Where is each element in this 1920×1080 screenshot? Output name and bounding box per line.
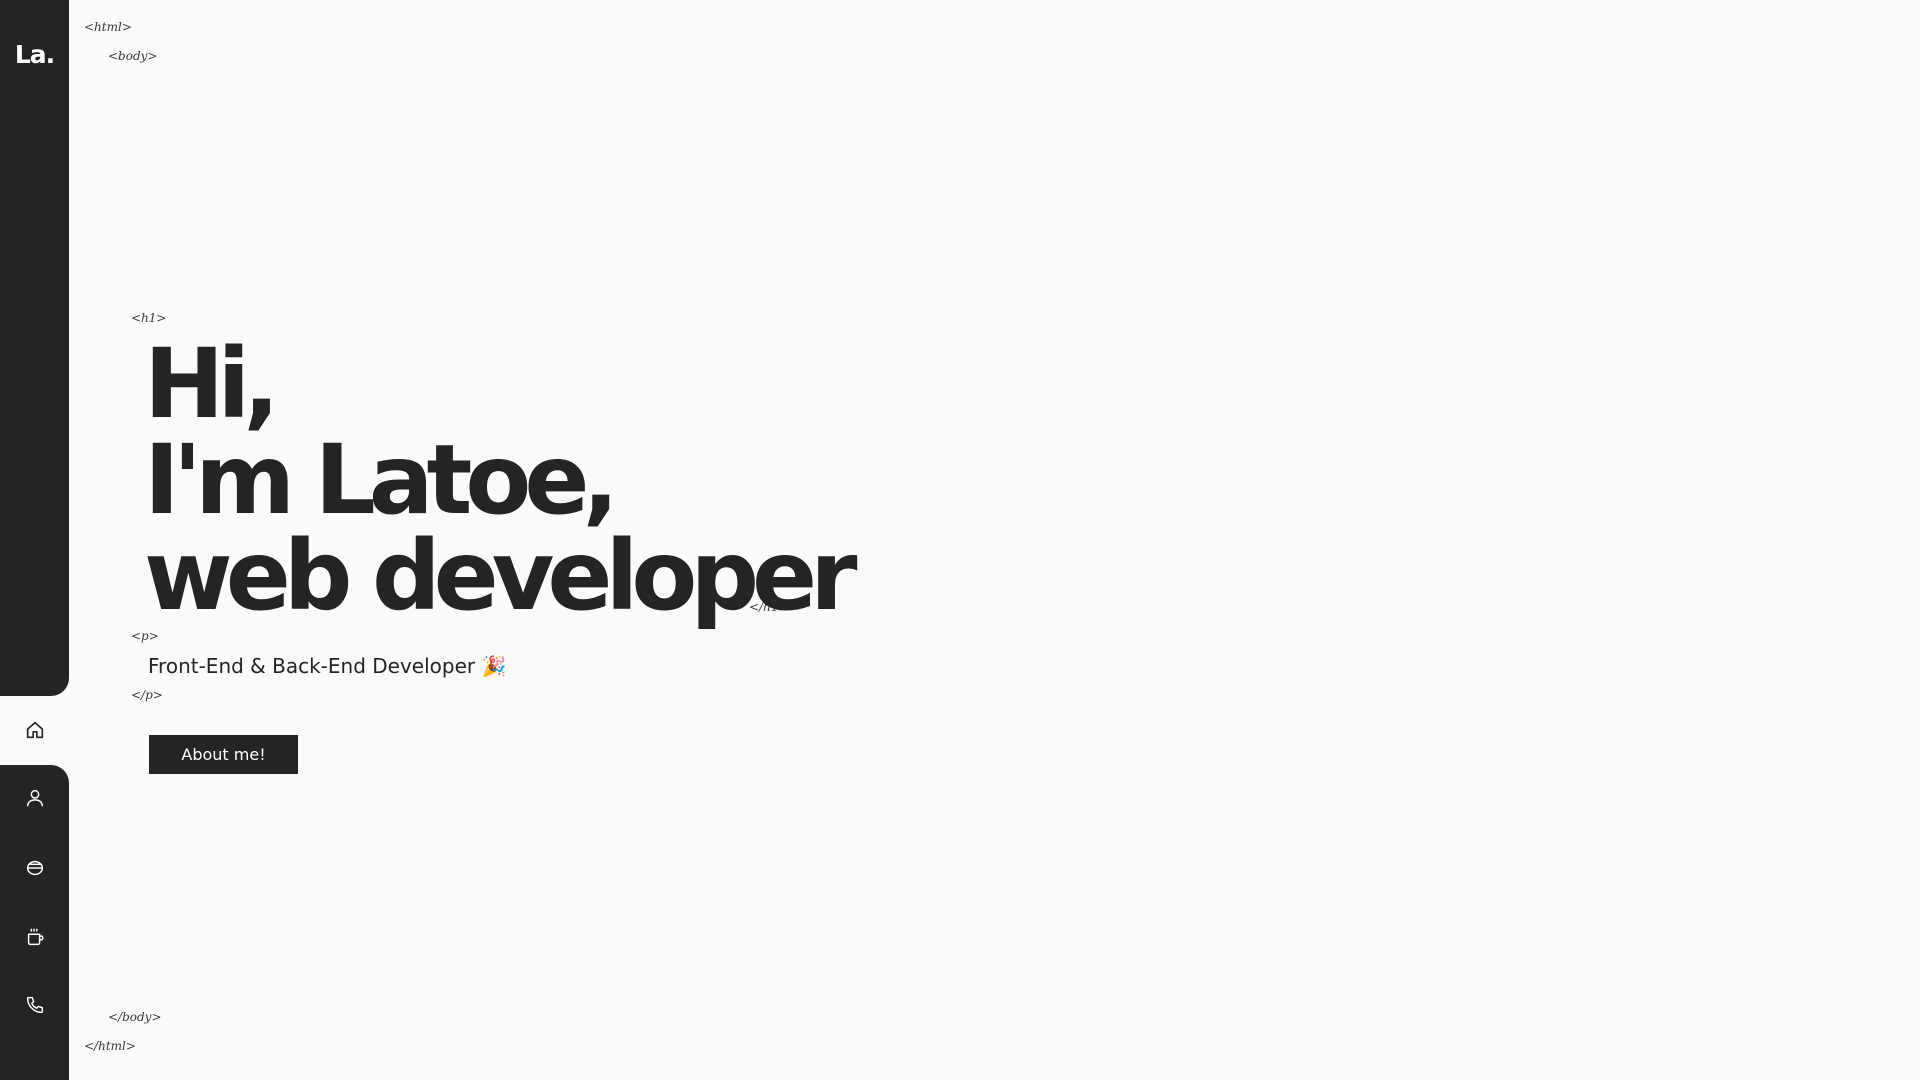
h1-open-tag: <h1> xyxy=(131,311,167,325)
about-me-button[interactable]: About me! xyxy=(149,735,298,774)
hero-line-name: I'm Latoe, xyxy=(144,424,619,536)
nav-coffee-button[interactable] xyxy=(0,915,69,959)
skills-icon xyxy=(26,860,43,876)
hero-line-role: web developer xyxy=(144,520,857,632)
phone-icon xyxy=(26,996,43,1014)
nav-home-button[interactable] xyxy=(0,708,69,752)
html-close-tag: </html> xyxy=(84,1039,136,1053)
hero-subtitle: Front-End & Back-End Developer 🎉 xyxy=(148,654,507,678)
nav-about-button[interactable] xyxy=(0,776,69,820)
html-open-tag: <html> xyxy=(84,20,132,34)
home-icon xyxy=(26,721,43,739)
sidebar-top-panel: La. xyxy=(0,0,69,696)
site-logo[interactable]: La. xyxy=(0,40,69,69)
nav-contact-button[interactable] xyxy=(0,983,69,1027)
coffee-icon xyxy=(27,928,44,946)
body-close-tag: </body> xyxy=(108,1010,162,1024)
p-close-tag: </p> xyxy=(131,688,163,702)
user-icon xyxy=(26,789,43,807)
body-open-tag: <body> xyxy=(108,49,158,63)
hero-line-greeting: Hi, xyxy=(144,328,280,440)
nav-skills-button[interactable] xyxy=(0,846,69,890)
hero-heading: Hi, I'm Latoe, web developer xyxy=(144,328,857,632)
